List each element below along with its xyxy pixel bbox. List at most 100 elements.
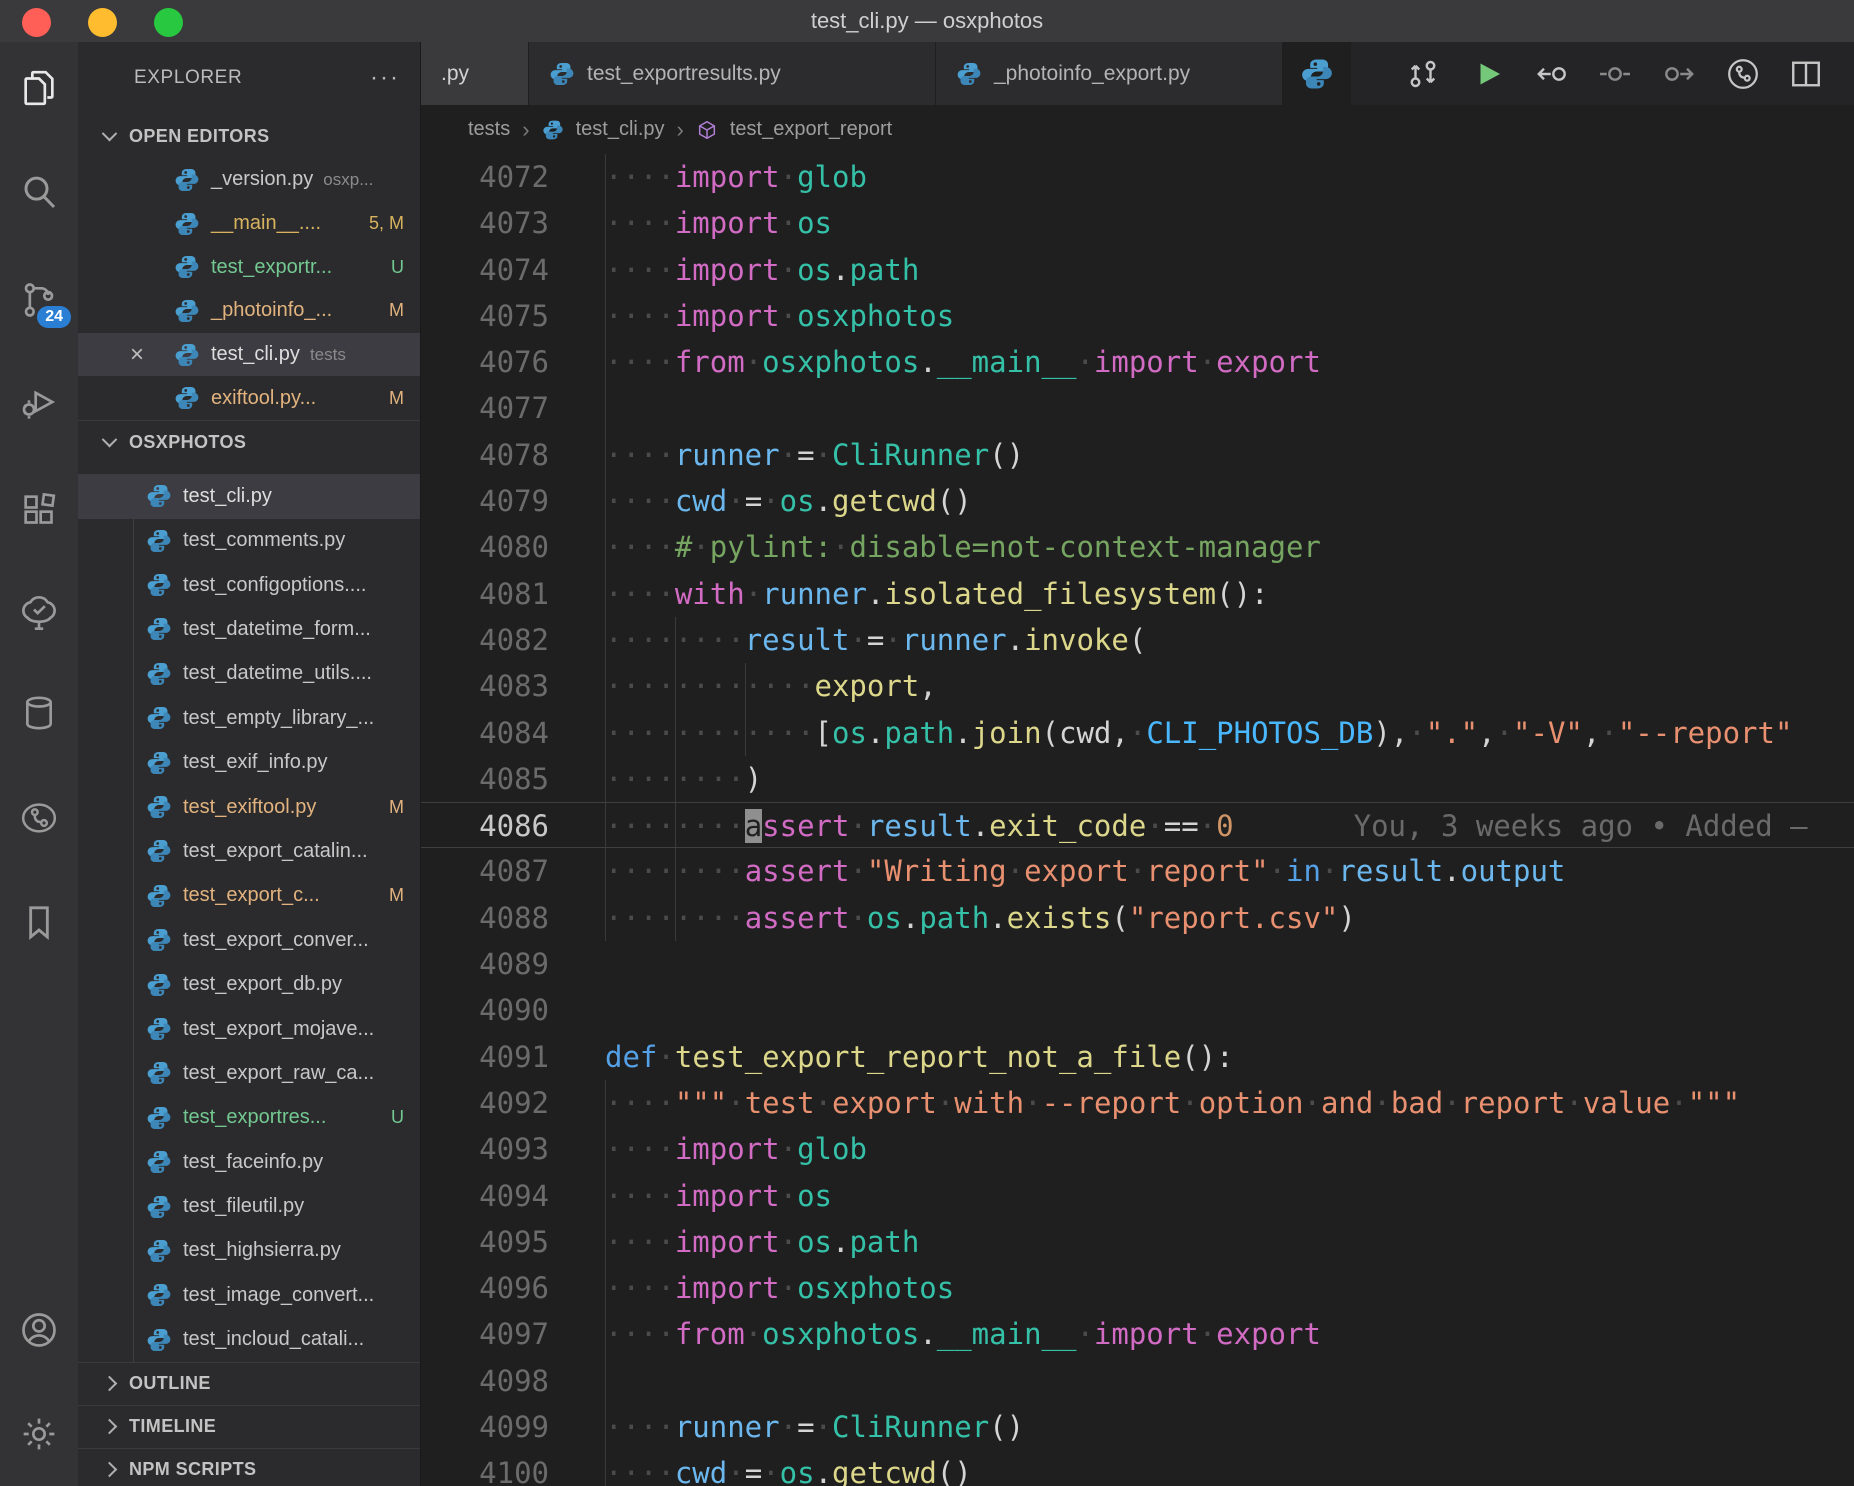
python-icon (146, 1194, 172, 1220)
views-and-more-actions-button[interactable]: ··· (370, 64, 400, 92)
file-tree-item[interactable]: test_export_conver... (78, 918, 420, 962)
file-tree-item[interactable]: test_datetime_utils.... (78, 652, 420, 696)
chevron-right-icon (102, 1419, 118, 1435)
activity-item-test-tree[interactable] (19, 592, 59, 632)
activity-item-files[interactable] (19, 68, 59, 108)
activity-item-settings-gear[interactable] (19, 1414, 59, 1454)
breadcrumb-item[interactable]: test_export_report (730, 118, 892, 141)
open-editor-item[interactable]: _photoinfo_...M (78, 289, 420, 333)
file-tree-item[interactable]: test_exportres...U (78, 1096, 420, 1140)
editor-tab[interactable]: _photoinfo_export.py (936, 42, 1283, 105)
activity-item-database[interactable] (19, 693, 59, 733)
line-number: 4078 (421, 432, 549, 478)
code-line-4096: 4096····import·osxphotos (421, 1265, 1854, 1311)
activity-item-source-control[interactable]: 24 (19, 280, 59, 320)
breadcrumb-separator-icon: › (522, 117, 529, 143)
file-tree-item[interactable]: test_exif_info.py (78, 740, 420, 784)
chevron-right-icon (102, 1462, 118, 1478)
editor-action-compare-changes[interactable] (1405, 56, 1441, 92)
open-editors-section-header[interactable]: OPEN EDITORS (78, 114, 420, 158)
explorer-sidebar: EXPLORER ··· OPEN EDITORS _version.pyosx… (78, 42, 420, 1486)
git-status-badge: M (389, 797, 420, 818)
editor-action-git-graph-circle[interactable] (1725, 56, 1761, 92)
file-name: test_exiftool.py (183, 796, 316, 819)
python-icon (174, 385, 200, 411)
file-tree-item[interactable]: test_datetime_form... (78, 607, 420, 651)
file-tree-item[interactable]: test_exiftool.py M (78, 785, 420, 829)
open-editor-item[interactable]: __main__....5, M (78, 202, 420, 246)
next-change-icon (1660, 56, 1696, 92)
file-tree-item[interactable]: test_export_catalin... (78, 829, 420, 873)
code-line-4074: 4074····import·os.path (421, 247, 1854, 293)
code-line-4085: 4085········) (421, 756, 1854, 802)
open-editor-item[interactable]: ×test_cli.pytests (78, 333, 420, 377)
line-number: 4088 (421, 895, 549, 941)
chevron-right-icon (102, 1376, 118, 1392)
file-name: test_export_db.py (183, 973, 342, 996)
indent-guide (605, 385, 606, 431)
file-tree-item[interactable]: test_highsierra.py (78, 1229, 420, 1273)
breadcrumb-item[interactable]: tests (468, 118, 510, 141)
section-header-outline[interactable]: OUTLINE (78, 1362, 420, 1405)
titlebar: test_cli.py — osxphotos (0, 0, 1854, 42)
editor-tab[interactable]: test_exportresults.py (529, 42, 936, 105)
code-line-4080: 4080····#·pylint:·disable=not-context-ma… (421, 524, 1854, 570)
code-editor[interactable]: 4072····import·glob4073····import·os4074… (421, 154, 1854, 1486)
file-tree-item[interactable]: test_empty_library_... (78, 696, 420, 740)
git-status-badge: U (391, 1107, 420, 1128)
file-name: test_export_raw_ca... (183, 1062, 374, 1085)
editor-tab[interactable]: .py (421, 42, 529, 105)
code-line-4076: 4076····from·osxphotos.__main__·import·e… (421, 339, 1854, 385)
code-line-4075: 4075····import·osxphotos (421, 293, 1854, 339)
editor-action-change-dot[interactable] (1597, 56, 1633, 92)
file-tree-item[interactable]: test_export_c...M (78, 874, 420, 918)
file-name: test_faceinfo.py (183, 1151, 323, 1174)
activity-item-account[interactable] (19, 1310, 59, 1350)
file-tree-item[interactable]: test_image_convert... (78, 1273, 420, 1317)
extensions-icon (19, 490, 59, 530)
python-icon (146, 1149, 172, 1175)
sidebar-header: EXPLORER ··· (78, 42, 420, 114)
close-editor-icon[interactable]: × (130, 341, 144, 369)
code-line-4095: 4095····import·os.path (421, 1219, 1854, 1265)
file-tree-item[interactable]: test_export_raw_ca... (78, 1051, 420, 1095)
activity-item-run-debug[interactable] (19, 382, 59, 422)
osxphotos-section-header[interactable]: OSXPHOTOS (78, 420, 420, 464)
file-tree-item[interactable]: test_comments.py (78, 519, 420, 563)
code-line-4082: 4082········result·=·runner.invoke( (421, 617, 1854, 663)
editor-action-split-editor[interactable] (1788, 56, 1824, 92)
file-tree-item[interactable]: test_cli.py (78, 474, 420, 518)
editor-action-run-python-file[interactable] (1470, 56, 1506, 92)
line-number: 4096 (421, 1265, 549, 1311)
activity-item-search[interactable] (19, 172, 59, 212)
python-icon (174, 167, 200, 193)
file-name: test_export_mojave... (183, 1018, 374, 1041)
editor-action-next-change[interactable] (1660, 56, 1696, 92)
python-interpreter-indicator[interactable] (1283, 42, 1351, 105)
activity-item-extensions[interactable] (19, 490, 59, 530)
editor-action-step-back[interactable] (1535, 56, 1571, 92)
open-editors-label: OPEN EDITORS (129, 126, 270, 147)
open-editor-item[interactable]: _version.pyosxp... (78, 158, 420, 202)
scm-changes-badge: 24 (37, 306, 71, 328)
line-number: 4087 (421, 848, 549, 894)
open-editor-item[interactable]: test_exportr...U (78, 245, 420, 289)
activity-item-bookmark[interactable] (19, 902, 59, 942)
file-tree-item[interactable]: test_export_mojave... (78, 1007, 420, 1051)
breadcrumb-item[interactable]: test_cli.py (576, 118, 665, 141)
line-number: 4095 (421, 1219, 549, 1265)
file-tree-item[interactable]: test_incloud_catali... (78, 1318, 420, 1362)
python-icon (146, 750, 172, 776)
file-tree-item[interactable]: test_export_db.py (78, 962, 420, 1006)
line-number: 4094 (421, 1173, 549, 1219)
file-tree-item[interactable]: test_faceinfo.py (78, 1140, 420, 1184)
section-header-npm-scripts[interactable]: NPM SCRIPTS (78, 1448, 420, 1486)
file-tree-item[interactable]: test_fileutil.py (78, 1184, 420, 1228)
file-name: test_exif_info.py (183, 751, 328, 774)
bookmark-icon (19, 902, 59, 942)
open-editor-item[interactable]: exiftool.py...M (78, 376, 420, 420)
editor-action-python-logo[interactable] (1345, 56, 1381, 92)
file-tree-item[interactable]: test_configoptions.... (78, 563, 420, 607)
section-header-timeline[interactable]: TIMELINE (78, 1405, 420, 1448)
activity-item-gitlens[interactable] (19, 798, 59, 838)
